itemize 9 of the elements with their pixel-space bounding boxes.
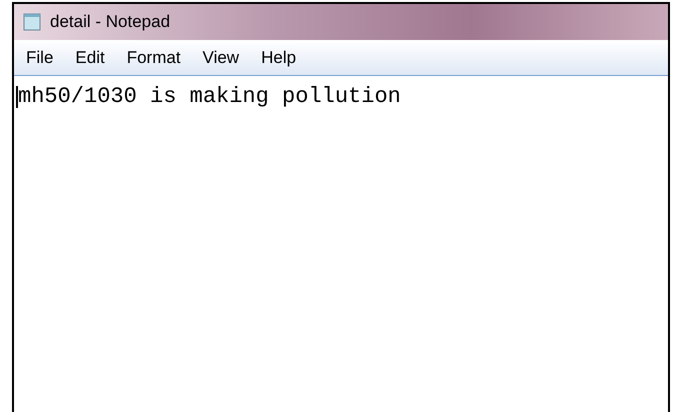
text-cursor bbox=[16, 86, 18, 108]
menu-item[interactable]: File bbox=[26, 44, 54, 70]
window-title: detail - Notepad bbox=[50, 11, 170, 34]
menu-item[interactable]: Format bbox=[126, 44, 181, 70]
menu-item[interactable]: Edit bbox=[75, 44, 105, 70]
document-text: mh50/1030 is making pollution bbox=[18, 83, 401, 111]
notepad-icon bbox=[22, 12, 42, 32]
menu-item[interactable]: View bbox=[202, 44, 240, 70]
menu-item[interactable]: Help bbox=[261, 44, 296, 70]
